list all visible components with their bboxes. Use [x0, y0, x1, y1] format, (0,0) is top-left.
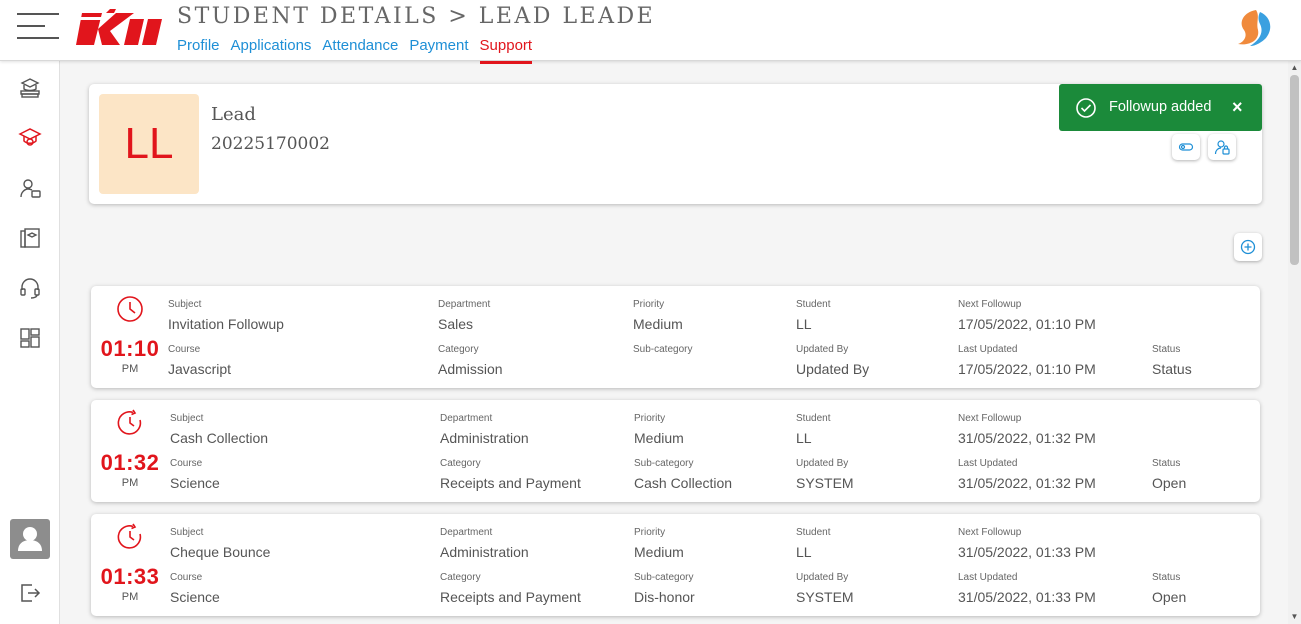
course-field: Course Science: [170, 572, 220, 605]
toggle-icon: [1178, 143, 1194, 151]
user-avatar-icon[interactable]: [10, 519, 50, 559]
next-followup-field: Next Followup 31/05/2022, 01:33 PM: [958, 527, 1096, 560]
sidebar: [0, 61, 60, 624]
next-followup-field: Next Followup 17/05/2022, 01:10 PM: [958, 299, 1096, 332]
user-lock-button[interactable]: [1208, 134, 1236, 160]
subcategory-field: Sub-category Dis-honor: [634, 572, 695, 605]
tab-attendance[interactable]: Attendance: [322, 36, 398, 61]
lead-name: Lead: [211, 104, 256, 125]
swirl-brand-icon: [1238, 10, 1271, 46]
scroll-up-arrow[interactable]: ▲: [1290, 63, 1299, 72]
subject-field: Subject Cheque Bounce: [170, 527, 271, 560]
subcategory-field: Sub-category Cash Collection: [634, 458, 733, 491]
status-field: Status Open: [1152, 458, 1187, 491]
student-field: Student LL: [796, 527, 831, 560]
updated-by-field: Updated By SYSTEM: [796, 458, 854, 491]
scroll-down-arrow[interactable]: ▼: [1290, 612, 1299, 621]
page-title: STUDENT DETAILS > LEAD LEADE: [177, 4, 656, 29]
top-header: STUDENT DETAILS > LEAD LEADE Profile App…: [0, 0, 1301, 64]
priority-field: Priority Medium: [633, 299, 683, 332]
next-followup-field: Next Followup 31/05/2022, 01:32 PM: [958, 413, 1096, 446]
clock-refresh-icon: [117, 409, 142, 435]
add-ticket-button[interactable]: [1234, 233, 1262, 261]
last-updated-field: Last Updated 17/05/2022, 01:10 PM: [958, 344, 1096, 377]
updated-by-field: Updated By SYSTEM: [796, 572, 854, 605]
tab-payment[interactable]: Payment: [409, 36, 468, 61]
toggle-button[interactable]: [1172, 134, 1200, 160]
subcategory-field: Sub-category: [633, 344, 693, 355]
initials-avatar: LL: [99, 94, 199, 194]
department-field: Department Administration: [440, 413, 529, 446]
ticket-ampm: PM: [121, 591, 139, 603]
tab-profile[interactable]: Profile: [177, 36, 220, 61]
priority-field: Priority Medium: [634, 527, 684, 560]
plus-circle-icon: [1240, 239, 1256, 255]
ticket-ampm: PM: [121, 363, 139, 375]
updated-by-field: Updated By Updated By: [796, 344, 870, 377]
ticket-time: 01:32: [100, 450, 160, 475]
student-field: Student LL: [796, 299, 831, 332]
books-icon[interactable]: [18, 76, 42, 100]
ticket-card[interactable]: 01:33 PM Subject Cheque Bounce Department…: [91, 514, 1260, 616]
lead-id: 20225170002: [211, 134, 330, 154]
category-field: Category Receipts and Payment: [440, 458, 581, 491]
hamburger-icon[interactable]: [17, 13, 59, 39]
last-updated-field: Last Updated 31/05/2022, 01:33 PM: [958, 572, 1096, 605]
department-field: Department Administration: [440, 527, 529, 560]
category-field: Category Admission: [438, 344, 503, 377]
last-updated-field: Last Updated 31/05/2022, 01:32 PM: [958, 458, 1096, 491]
ticket-time: 01:33: [100, 564, 160, 589]
courses-icon[interactable]: [18, 226, 42, 250]
subject-field: Subject Invitation Followup: [168, 299, 284, 332]
ticket-card[interactable]: 01:32 PM Subject Cash Collection Departme…: [91, 400, 1260, 502]
ticket-card[interactable]: 01:10 PM Subject Invitation Followup Depa…: [91, 286, 1260, 388]
dashboard-grid-icon[interactable]: [18, 326, 42, 350]
tab-bar: Profile Applications Attendance Payment …: [177, 36, 532, 64]
priority-field: Priority Medium: [634, 413, 684, 446]
close-icon[interactable]: ×: [1232, 98, 1243, 116]
kii-logo[interactable]: [76, 9, 166, 49]
course-field: Course Javascript: [168, 344, 232, 377]
student-field: Student LL: [796, 413, 831, 446]
status-field: Status Status: [1152, 344, 1192, 377]
tab-applications[interactable]: Applications: [231, 36, 312, 61]
ticket-time: 01:10: [100, 336, 160, 361]
success-toast: Followup added ×: [1059, 84, 1262, 131]
course-field: Course Science: [170, 458, 220, 491]
subject-field: Subject Cash Collection: [170, 413, 269, 446]
category-field: Category Receipts and Payment: [440, 572, 581, 605]
status-field: Status Open: [1152, 572, 1187, 605]
check-circle-icon: [1076, 98, 1096, 118]
scrollbar-thumb[interactable]: [1290, 75, 1299, 265]
toast-message: Followup added: [1109, 99, 1212, 115]
clock-icon: [117, 296, 143, 322]
headset-icon[interactable]: [18, 276, 42, 300]
logout-icon[interactable]: [18, 581, 42, 605]
user-card-icon[interactable]: [18, 176, 42, 200]
graduation-cap-icon[interactable]: [18, 126, 42, 150]
tab-support[interactable]: Support: [479, 36, 532, 64]
ticket-ampm: PM: [121, 477, 139, 489]
user-lock-icon: [1214, 140, 1230, 155]
clock-refresh-icon: [117, 523, 142, 549]
department-field: Department Sales: [438, 299, 491, 332]
